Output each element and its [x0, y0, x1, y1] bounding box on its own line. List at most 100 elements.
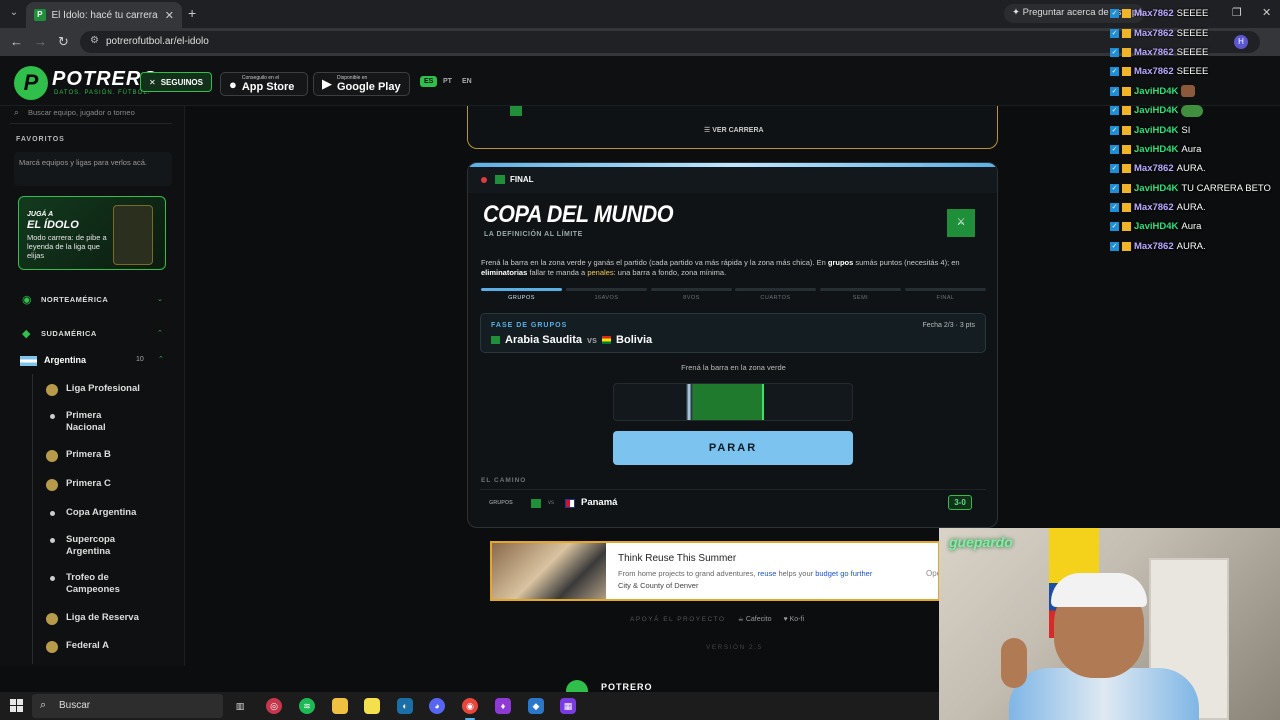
- app-store-button[interactable]: ● Conseguilo en el App Store: [220, 72, 308, 96]
- league-badge-icon: [46, 613, 58, 625]
- stage-progress: GRUPOS 16AVOS 8VOS CUARTOS SEMI FINAL: [481, 288, 986, 308]
- tab-search-icon[interactable]: ⌄: [6, 5, 22, 21]
- kofi-link[interactable]: ♥ Ko-fi: [784, 616, 805, 623]
- app-icon[interactable]: ▦: [560, 698, 576, 714]
- logo-tagline: DATOS. PASIÓN. FÚTBOL.: [54, 90, 151, 96]
- away-team: Bolivia: [616, 334, 653, 346]
- x-icon: ✕: [149, 77, 156, 87]
- path-score: 3-0: [948, 495, 972, 510]
- stage-bar: [566, 288, 647, 291]
- close-icon[interactable]: ✕: [165, 9, 174, 22]
- ad-banner[interactable]: Think Reuse This Summer From home projec…: [490, 541, 940, 601]
- app-icon[interactable]: ♦: [495, 698, 511, 714]
- league-item[interactable]: Liga Profesional: [46, 383, 180, 396]
- view-career-link[interactable]: ☰ VER CARRERA: [704, 126, 764, 134]
- new-tab-button[interactable]: +: [188, 5, 196, 21]
- follow-button[interactable]: ✕ SEGUINOS: [140, 72, 212, 92]
- version-label: VERSIÓN 2.5: [706, 644, 763, 651]
- ad-desc-link: budget go further: [815, 569, 873, 578]
- chrome-icon[interactable]: ◉: [462, 698, 478, 714]
- country-argentina[interactable]: Argentina 10 ⌃: [0, 352, 184, 370]
- chat-username[interactable]: JaviHD4K: [1134, 105, 1178, 116]
- discord-icon[interactable]: ◕: [429, 698, 445, 714]
- rules-3: fallar te manda a: [527, 268, 588, 277]
- stage-bar: [735, 288, 816, 291]
- league-item[interactable]: Supercopa Argentina: [46, 534, 180, 558]
- app-icon[interactable]: ◎: [266, 698, 282, 714]
- stage-label: GRUPOS: [508, 295, 535, 301]
- lang-pt[interactable]: PT: [439, 76, 456, 87]
- cafecito-link[interactable]: ☕ Cafecito: [738, 615, 772, 623]
- ad-open-button[interactable]: Open: [926, 569, 938, 578]
- player-card-image: [113, 205, 153, 265]
- browser-tab[interactable]: P El Ídolo: hacé tu carrera de futbolist…: [26, 2, 182, 28]
- google-play-big: Google Play: [337, 81, 401, 93]
- stage-label: CUARTOS: [760, 295, 791, 301]
- region-norteamerica[interactable]: ◉ NORTEAMÉRICA ⌄: [0, 287, 184, 311]
- chat-username[interactable]: JaviHD4K: [1134, 183, 1178, 194]
- cam-cap: [1051, 573, 1147, 607]
- league-item[interactable]: Trofeo de Campeones: [46, 572, 180, 596]
- webcam-overlay-name: guepardo: [949, 534, 1013, 550]
- favicon-icon: P: [34, 9, 46, 21]
- chat-username[interactable]: JaviHD4K: [1134, 144, 1178, 155]
- chat-username[interactable]: Max7862: [1134, 28, 1174, 39]
- sidebar: ⌕ Buscar equipo, jugador o torneo FAVORI…: [0, 106, 185, 666]
- league-item[interactable]: Primera B: [46, 449, 180, 462]
- stop-button[interactable]: PARAR: [613, 431, 853, 465]
- chevron-up-icon: ⌃: [157, 330, 163, 337]
- match-teams: Arabia Saudita vs Bolivia: [491, 334, 652, 346]
- chat-username[interactable]: Max7862: [1134, 47, 1174, 58]
- chat-username[interactable]: Max7862: [1134, 8, 1174, 19]
- league-item[interactable]: Copa Argentina: [46, 507, 180, 519]
- reload-icon[interactable]: ↻: [58, 34, 69, 50]
- google-play-button[interactable]: ▶ Disponible en Google Play: [313, 72, 410, 96]
- league-item[interactable]: Liga de Reserva: [46, 612, 180, 625]
- status-label: FINAL: [510, 175, 534, 184]
- spotify-icon[interactable]: ≋: [299, 698, 315, 714]
- taskbar-search[interactable]: ⌕ Buscar: [32, 694, 223, 718]
- app-icon[interactable]: ◆: [528, 698, 544, 714]
- search-icon: ⌕: [40, 699, 47, 711]
- site-info-icon[interactable]: ⚙: [90, 35, 99, 46]
- stage-label: SEMI: [852, 295, 869, 301]
- chat-text: SEEEE: [1176, 66, 1209, 78]
- chat-username[interactable]: Max7862: [1134, 163, 1174, 174]
- region-sudamerica[interactable]: ◆ SUDAMÉRICA ⌃: [0, 321, 184, 345]
- emote-icon: [1181, 85, 1196, 98]
- league-item[interactable]: Federal A: [46, 640, 180, 653]
- lang-en[interactable]: EN: [458, 76, 476, 87]
- chat-text: SI: [1181, 124, 1191, 136]
- address-bar[interactable]: ⚙ potrerofutbol.ar/el-idolo: [80, 31, 1260, 53]
- el-idolo-promo-card[interactable]: JUGÁ A EL ÍDOLO Modo carrera: de pibe a …: [18, 196, 166, 270]
- windows-start-icon[interactable]: [10, 699, 23, 712]
- webcam-feed: guepardo: [939, 528, 1280, 720]
- league-item[interactable]: Primera C: [46, 478, 180, 491]
- timing-meter[interactable]: [613, 383, 853, 421]
- back-icon[interactable]: ←: [10, 34, 23, 49]
- chat-username[interactable]: Max7862: [1134, 241, 1174, 252]
- sticky-notes-icon[interactable]: [364, 698, 380, 714]
- sidebar-search-input[interactable]: ⌕ Buscar equipo, jugador o torneo: [10, 106, 172, 124]
- badge-icon: ✓: [1110, 86, 1119, 96]
- chat-username[interactable]: Max7862: [1134, 202, 1174, 213]
- lang-es[interactable]: ES: [420, 76, 438, 87]
- chat-username[interactable]: JaviHD4K: [1134, 221, 1178, 232]
- forward-icon[interactable]: →: [34, 34, 47, 49]
- globe-icon: ◉: [22, 293, 32, 306]
- chat-username[interactable]: Max7862: [1134, 66, 1174, 77]
- chat-text: SEEEE: [1176, 46, 1209, 58]
- file-explorer-icon[interactable]: [332, 698, 348, 714]
- league-item[interactable]: Primera Nacional: [46, 410, 180, 434]
- chat-username[interactable]: JaviHD4K: [1134, 86, 1178, 97]
- task-view-icon[interactable]: ▥: [232, 698, 248, 714]
- steam-icon[interactable]: ◐: [397, 698, 413, 714]
- potrero-logo-icon[interactable]: P: [14, 66, 48, 100]
- chat-message: ✓ Max7862 SEEEE: [1110, 4, 1280, 23]
- chat-username[interactable]: JaviHD4K: [1134, 125, 1178, 136]
- badge-icon: ✓: [1110, 183, 1119, 193]
- country-label: Argentina: [44, 355, 87, 365]
- path-row: GRUPOS vs Panamá 3-0: [480, 489, 986, 515]
- subscriber-badge-icon: [1122, 203, 1131, 213]
- league-badge-icon: [46, 384, 58, 396]
